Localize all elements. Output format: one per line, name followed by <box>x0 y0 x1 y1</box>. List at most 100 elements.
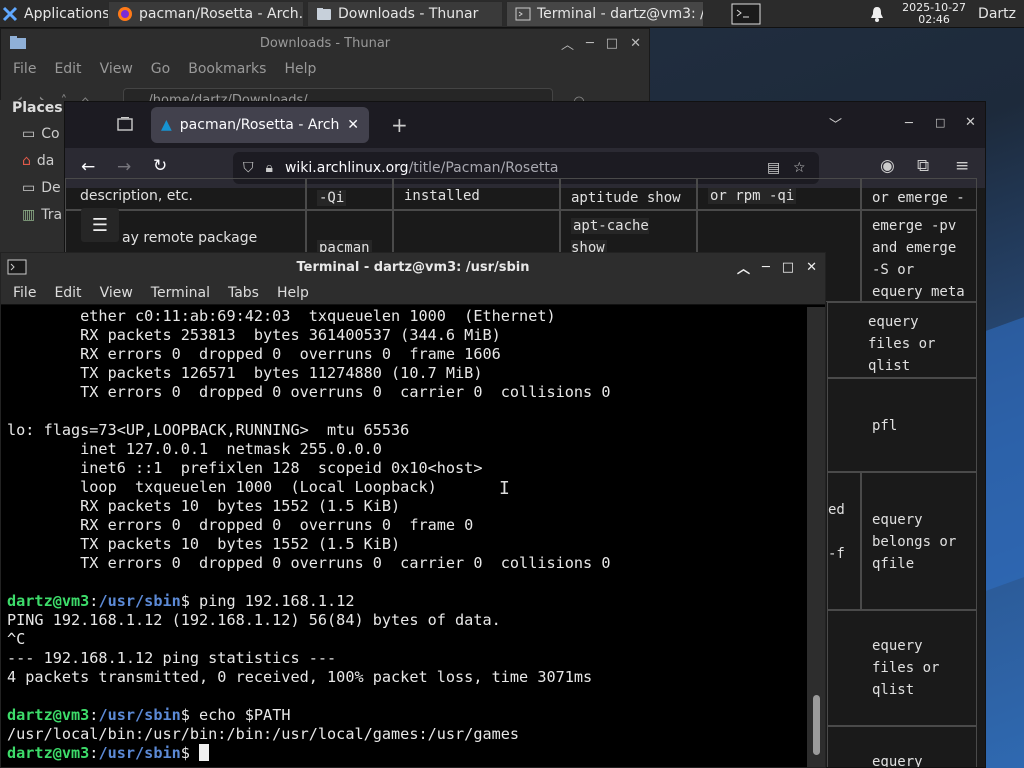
menu-help[interactable]: Help <box>277 285 309 301</box>
folder-icon <box>316 7 332 21</box>
archlinux-icon: ▲ <box>161 117 172 133</box>
terminal-scrollbar[interactable] <box>807 307 825 767</box>
clock-time: 02:46 <box>918 12 950 26</box>
place-computer[interactable]: ▭ Co <box>0 120 70 147</box>
task-firefox[interactable]: pacman/Rosetta - Arch... <box>108 0 304 27</box>
place-desktop[interactable]: ▭ De <box>0 174 70 201</box>
top-panel: Applications pacman/Rosetta - Arch... Do… <box>0 0 1024 28</box>
toc-toggle-icon[interactable]: ☰ <box>81 208 119 242</box>
extensions-icon[interactable]: ⧉ <box>917 156 929 176</box>
terminal-titlebar[interactable]: Terminal - dartz@vm3: /usr/sbin ︿ ─ □ ✕ <box>1 253 825 281</box>
firefox-icon <box>117 6 133 22</box>
maximize-icon[interactable]: □ <box>606 36 618 51</box>
menu-edit[interactable]: Edit <box>54 61 81 77</box>
lock-icon: 🔒︎ <box>265 160 273 176</box>
table-cell: installed <box>393 178 560 210</box>
terminal-prompt-line: dartz@vm3:/usr/sbin$ ping 192.168.1.12 <box>7 592 355 610</box>
xfce-logo-icon <box>2 6 18 22</box>
workspace-button[interactable] <box>723 1 763 27</box>
place-trash[interactable]: ▥ Tra <box>0 201 70 228</box>
terminal-line: RX packets 253813 bytes 361400537 (344.6… <box>7 326 501 344</box>
table-cell: aptitude show <box>560 178 697 210</box>
clock-date: 2025-10-27 <box>902 0 967 14</box>
close-tab-icon[interactable]: ✕ <box>347 117 359 133</box>
tab-archwiki[interactable]: ▲ pacman/Rosetta - ArchW ✕ <box>151 107 369 143</box>
maximize-icon[interactable]: □ <box>935 116 945 129</box>
thunar-titlebar[interactable]: Downloads - Thunar ︿ ─ □ ✕ <box>1 29 649 57</box>
table-cell: pfl <box>827 378 977 472</box>
terminal-title: Terminal - dartz@vm3: /usr/sbin <box>296 259 530 275</box>
menu-go[interactable]: Go <box>151 61 170 77</box>
close-icon[interactable]: ✕ <box>806 260 817 275</box>
menu-file[interactable]: File <box>13 285 36 301</box>
terminal-line: RX packets 10 bytes 1552 (1.5 KiB) <box>7 497 401 515</box>
thunar-title: Downloads - Thunar <box>259 35 391 51</box>
user-menu[interactable]: Dartz <box>970 1 1024 27</box>
minimize-icon[interactable]: ─ <box>762 260 770 275</box>
menu-tabs[interactable]: Tabs <box>228 285 259 301</box>
place-home[interactable]: ⌂ da <box>0 147 70 174</box>
terminal-line: lo: flags=73<UP,LOOPBACK,RUNNING> mtu 65… <box>7 421 410 439</box>
menu-terminal[interactable]: Terminal <box>151 285 210 301</box>
minimize-icon[interactable]: ─ <box>586 36 594 51</box>
tab-overview-icon[interactable] <box>117 117 133 131</box>
terminal-line: RX errors 0 dropped 0 overruns 0 frame 0 <box>7 516 474 534</box>
table-cell: ed -f <box>827 472 861 610</box>
terminal-line: inet6 ::1 prefixlen 128 scopeid 0x10<hos… <box>7 459 483 477</box>
terminal-line: ether c0:11:ab:69:42:03 txqueuelen 1000 … <box>7 307 556 325</box>
folder-icon <box>9 35 27 50</box>
terminal-output[interactable]: ether c0:11:ab:69:42:03 txqueuelen 1000 … <box>1 307 807 767</box>
terminal-line: TX packets 126571 bytes 11274880 (10.7 M… <box>7 364 483 382</box>
close-icon[interactable]: ✕ <box>630 36 641 51</box>
chevron-up-icon[interactable]: ︿ <box>737 258 750 277</box>
trash-icon: ▥ <box>22 206 36 223</box>
notification-bell-icon[interactable] <box>870 6 884 22</box>
forward-icon[interactable]: → <box>117 157 131 177</box>
tab-title: pacman/Rosetta - ArchW <box>179 117 340 133</box>
close-icon[interactable]: ✕ <box>965 115 976 130</box>
task-terminal[interactable]: Terminal - dartz@vm3: /... <box>506 0 704 27</box>
account-icon[interactable]: ◉ <box>880 156 895 176</box>
terminal-line: RX errors 0 dropped 0 overruns 0 frame 1… <box>7 345 501 363</box>
url-text: wiki.archlinux.org/title/Pacman/Rosetta <box>284 160 559 176</box>
applications-menu-button[interactable]: Applications <box>0 1 108 27</box>
applications-label: Applications <box>24 5 108 22</box>
menu-bookmarks[interactable]: Bookmarks <box>188 61 266 77</box>
back-icon[interactable]: ← <box>81 157 95 177</box>
terminal-prompt-line[interactable]: dartz@vm3:/usr/sbin$ <box>7 744 807 763</box>
desktop-icon: ▭ <box>22 179 36 196</box>
menu-file[interactable]: File <box>13 61 36 77</box>
menu-help[interactable]: Help <box>284 61 316 77</box>
reader-view-icon[interactable]: ▤ <box>767 160 780 176</box>
menu-view[interactable]: View <box>100 61 133 77</box>
bookmark-star-icon[interactable]: ☆ <box>793 160 806 176</box>
task-label: Terminal - dartz@vm3: /... <box>537 5 704 22</box>
hamburger-menu-icon[interactable]: ≡ <box>955 156 969 176</box>
text-cursor <box>199 744 210 761</box>
chevron-up-icon[interactable]: ︿ <box>561 34 574 53</box>
places-title: Places <box>12 100 63 116</box>
menu-view[interactable]: View <box>100 285 133 301</box>
table-cell: equery files or qlist <box>827 302 977 378</box>
task-label: Downloads - Thunar <box>338 5 479 22</box>
terminal-line: TX errors 0 dropped 0 overruns 0 carrier… <box>7 554 611 572</box>
table-cell: emerge -pv and emerge -S or equery meta <box>861 210 977 302</box>
task-label: pacman/Rosetta - Arch... <box>139 5 304 22</box>
maximize-icon[interactable]: □ <box>782 260 794 275</box>
scrollbar-thumb[interactable] <box>813 695 820 755</box>
terminal-line: /usr/local/bin:/usr/bin:/bin:/usr/local/… <box>7 725 520 743</box>
clock[interactable]: 2025-10-27 02:46 <box>902 0 967 26</box>
table-cell: equery <box>827 726 977 767</box>
terminal-prompt-line: dartz@vm3:/usr/sbin$ echo $PATH <box>7 706 291 724</box>
terminal-line: ^C <box>7 630 26 648</box>
minimize-icon[interactable]: ─ <box>905 116 913 131</box>
new-tab-icon[interactable]: + <box>391 113 408 137</box>
table-cell: description, etc. <box>65 178 306 210</box>
list-tabs-icon[interactable]: ﹀ <box>829 114 842 133</box>
reload-icon[interactable]: ↻ <box>153 156 167 176</box>
menu-edit[interactable]: Edit <box>54 285 81 301</box>
task-thunar[interactable]: Downloads - Thunar <box>307 0 503 27</box>
